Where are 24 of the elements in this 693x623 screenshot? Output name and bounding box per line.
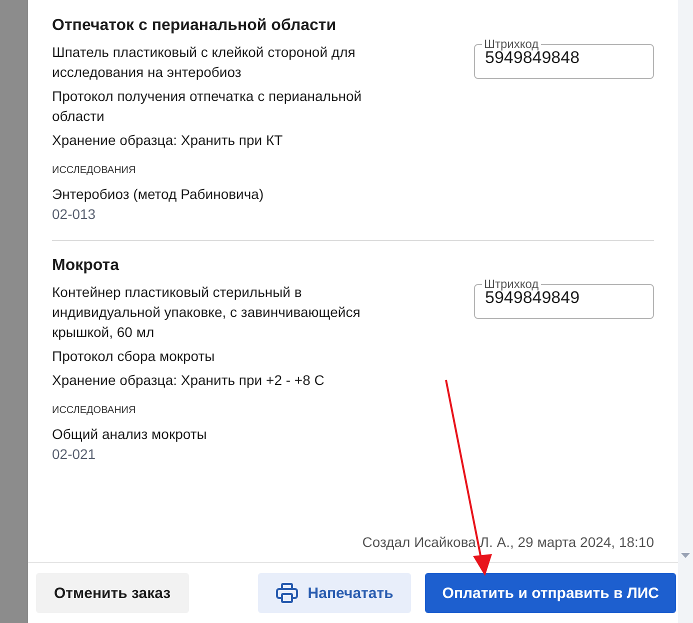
sample-detail: Протокол сбора мокроты [52, 347, 216, 366]
section-label: ИССЛЕДОВАНИЯ [52, 404, 137, 418]
cancel-button[interactable]: Отменить заказ [36, 573, 189, 613]
sample-detail: Шпатель пластиковый с клейкой стороной для исследования на энтеробиоз [52, 43, 356, 82]
study-name: Общий анализ мокроты [52, 425, 208, 444]
sample-detail: Контейнер пластиковый стерильный в индивидуальной упаковке, с завинчивающейся крышкой, 60 мл [52, 283, 362, 342]
sample-detail: Хранение образца: Хранить при КТ [52, 131, 284, 150]
field-label: Штрихкод [483, 39, 540, 49]
study-code: 02-013 [52, 205, 97, 224]
scroll-down-icon[interactable] [681, 553, 690, 558]
sample-detail: Хранение образца: Хранить при +2 - +8 С [52, 371, 326, 390]
sample-title: Мокрота [52, 256, 120, 276]
sample-title: Отпечаток с перианальной области [52, 16, 338, 36]
barcode-field[interactable]: Штрихкод 5949849848 [474, 39, 654, 79]
created-note: Создал Исайкова Л. А., 29 марта 2024, 18:10 [362, 534, 654, 552]
section-label: ИССЛЕДОВАНИЯ [52, 164, 137, 178]
print-button[interactable]: Напечатать [258, 573, 412, 613]
study-code: 02-021 [52, 445, 97, 464]
printer-icon [276, 583, 298, 603]
sample-detail: Протокол получения отпечатка с перианальной области [52, 87, 363, 126]
field-label: Штрихкод [483, 279, 540, 289]
barcode-field[interactable]: Штрихкод 5949849849 [474, 279, 654, 319]
pay-send-button[interactable]: Оплатить и отправить в ЛИС [425, 573, 676, 613]
study-name: Энтеробиоз (метод Рабиновича) [52, 185, 265, 204]
